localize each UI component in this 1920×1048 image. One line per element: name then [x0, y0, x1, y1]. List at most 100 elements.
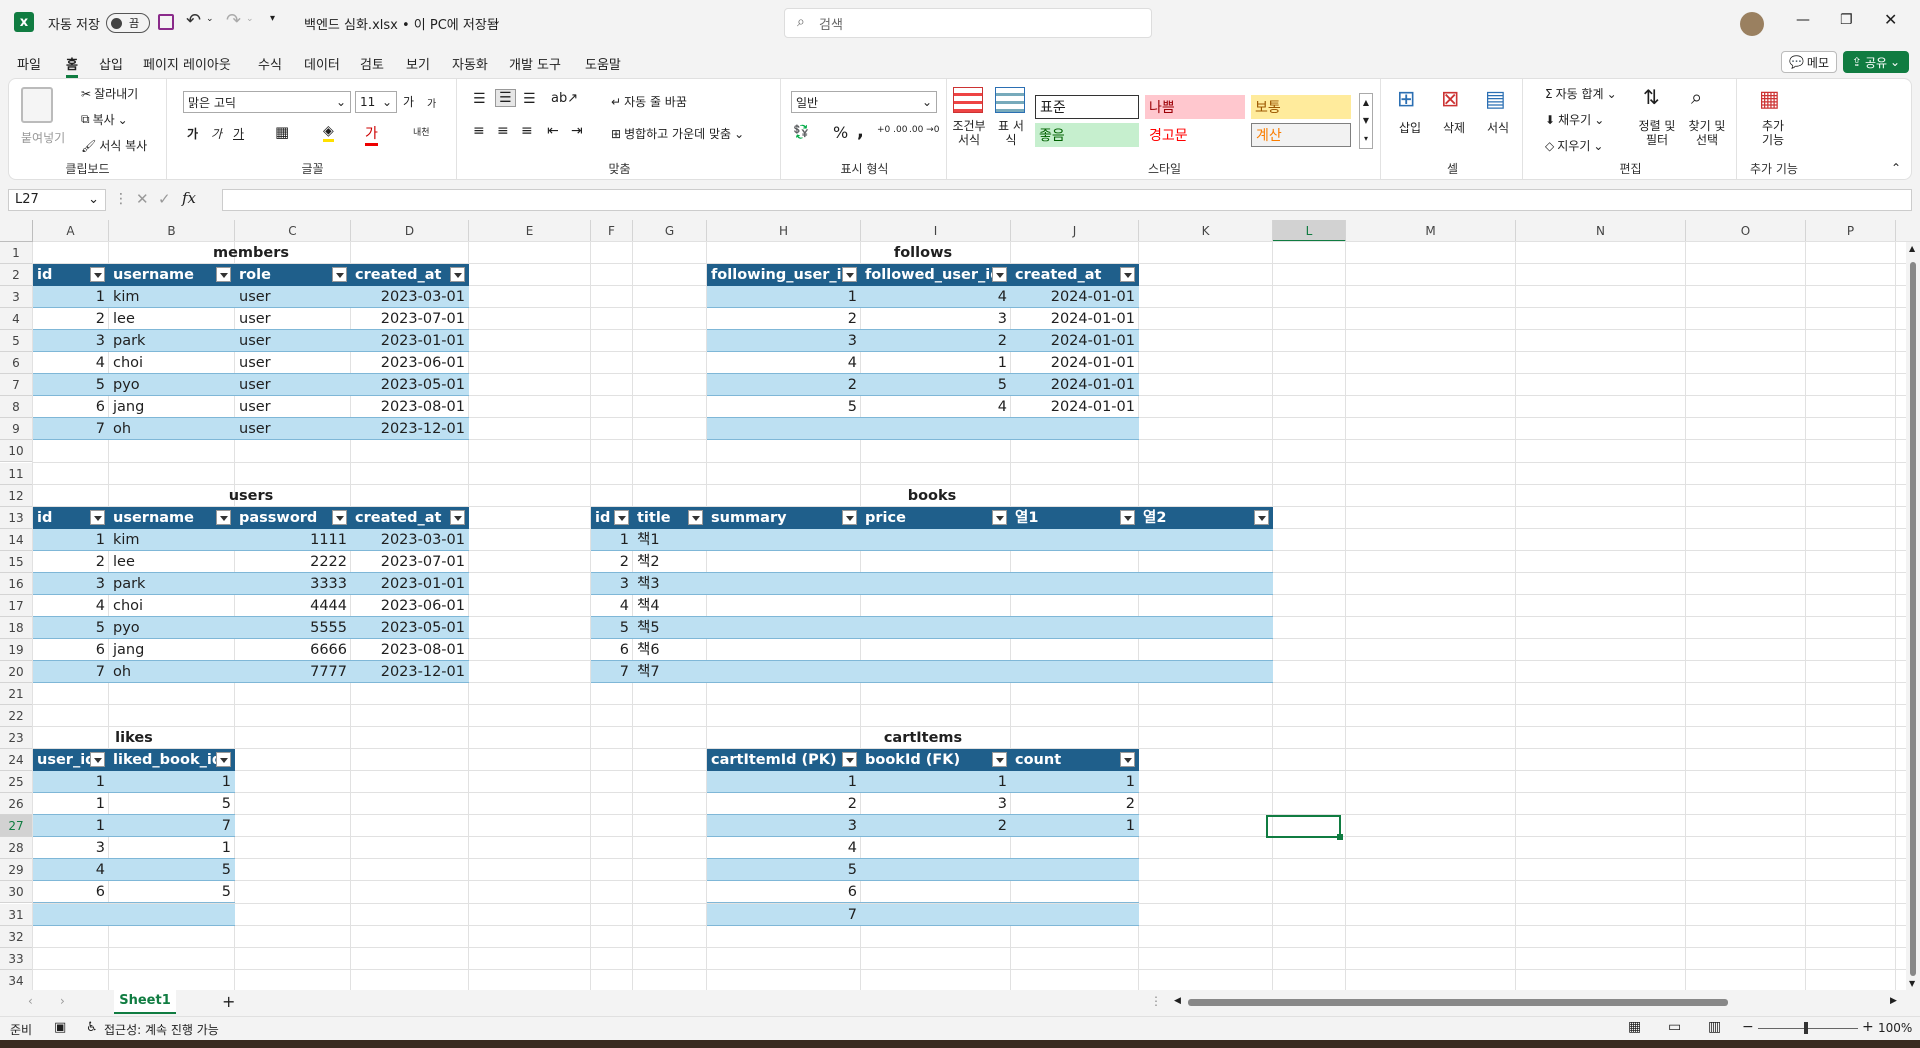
- table-cell[interactable]: lee: [109, 308, 235, 331]
- table-cell[interactable]: 5: [109, 793, 235, 816]
- tab-automate[interactable]: 자동화: [452, 54, 488, 73]
- fill-handle-icon[interactable]: [1337, 834, 1343, 840]
- table-cell[interactable]: 4: [707, 352, 861, 375]
- scroll-up-icon[interactable]: ▲: [1909, 244, 1915, 253]
- table-cell[interactable]: [707, 639, 861, 661]
- enter-icon[interactable]: ✓: [158, 190, 171, 208]
- name-box[interactable]: L27 ⌄: [8, 189, 106, 211]
- table-cell[interactable]: user: [235, 330, 351, 353]
- row-header[interactable]: 16: [0, 572, 33, 595]
- style-neutral[interactable]: 보통: [1251, 95, 1351, 119]
- table-cell[interactable]: [707, 551, 861, 573]
- page-break-view-icon[interactable]: ▥: [1708, 1019, 1721, 1035]
- vertical-scroll-thumb[interactable]: [1910, 262, 1916, 976]
- table-cell[interactable]: [1139, 551, 1273, 573]
- table-cell[interactable]: 2: [33, 551, 109, 573]
- table-cell[interactable]: 4: [707, 837, 861, 860]
- table-cell[interactable]: 1: [33, 815, 109, 838]
- table-cell[interactable]: [861, 660, 1011, 683]
- memo-button[interactable]: 💬 메모: [1781, 51, 1837, 73]
- paste-button[interactable]: 붙여넣기: [21, 129, 65, 146]
- zoom-in-icon[interactable]: +: [1862, 1019, 1874, 1035]
- table-header-cell[interactable]: following_user_id: [707, 264, 861, 287]
- table-cell[interactable]: 4: [861, 396, 1011, 419]
- prev-sheet-icon[interactable]: ‹: [28, 994, 33, 1008]
- table-cell[interactable]: 7: [109, 815, 235, 838]
- accessibility-icon[interactable]: ♿: [86, 1020, 98, 1035]
- table-cell[interactable]: [1139, 595, 1273, 617]
- zoom-slider[interactable]: [1758, 1022, 1858, 1034]
- orientation-icon[interactable]: ab↗: [551, 91, 578, 106]
- table-cell[interactable]: 1: [33, 528, 109, 551]
- sort-filter-icon[interactable]: ⇅: [1643, 85, 1660, 109]
- filter-dropdown-icon[interactable]: [1120, 752, 1135, 768]
- table-cell[interactable]: 2: [1011, 793, 1139, 816]
- table-cell[interactable]: [707, 572, 861, 595]
- avatar[interactable]: [1740, 12, 1764, 36]
- fill-color-icon[interactable]: ◈: [323, 123, 334, 142]
- row-header[interactable]: 5: [0, 330, 33, 353]
- style-warning[interactable]: 경고문: [1145, 123, 1245, 147]
- table-cell[interactable]: [861, 859, 1011, 882]
- decrease-font-button[interactable]: 가: [427, 95, 436, 110]
- row-header[interactable]: 32: [0, 925, 33, 948]
- table-cell[interactable]: oh: [109, 660, 235, 683]
- row-header[interactable]: 24: [0, 749, 33, 772]
- table-cell[interactable]: [1011, 595, 1139, 617]
- table-cell[interactable]: 2023-08-01: [351, 639, 469, 661]
- table-cell[interactable]: 2: [707, 308, 861, 331]
- table-header-cell[interactable]: followed_user_id: [861, 264, 1011, 287]
- fill-button[interactable]: ⬇ 채우기 ⌄: [1545, 111, 1604, 128]
- table-cell[interactable]: 2023-07-01: [351, 551, 469, 573]
- filter-dropdown-icon[interactable]: [450, 509, 465, 525]
- table-cell[interactable]: 3: [861, 308, 1011, 331]
- table-cell[interactable]: 5: [109, 881, 235, 904]
- table-cell[interactable]: 2222: [235, 551, 351, 573]
- table-cell[interactable]: [1011, 639, 1139, 661]
- table-cell[interactable]: 2023-06-01: [351, 595, 469, 617]
- table-cell[interactable]: user: [235, 308, 351, 331]
- paste-icon[interactable]: [21, 87, 53, 123]
- column-header[interactable]: L: [1273, 220, 1346, 242]
- increase-decimal-button[interactable]: +0 .00: [877, 125, 907, 135]
- accounting-icon[interactable]: 💱: [793, 125, 809, 140]
- column-header[interactable]: G: [633, 220, 707, 242]
- filter-dropdown-icon[interactable]: [992, 267, 1007, 283]
- column-header[interactable]: N: [1516, 220, 1686, 242]
- filter-dropdown-icon[interactable]: [688, 509, 703, 525]
- align-middle-icon[interactable]: ☰: [495, 89, 516, 107]
- table-cell[interactable]: 3: [707, 330, 861, 353]
- table-cell[interactable]: 5: [707, 859, 861, 882]
- table-cell[interactable]: 5555: [235, 616, 351, 639]
- row-header[interactable]: 30: [0, 881, 33, 904]
- filter-dropdown-icon[interactable]: [842, 267, 857, 283]
- column-header[interactable]: A: [33, 220, 109, 242]
- table-cell[interactable]: 5: [109, 859, 235, 882]
- table-cell[interactable]: 4444: [235, 595, 351, 617]
- table-cell[interactable]: 3: [707, 815, 861, 838]
- row-header[interactable]: 23: [0, 727, 33, 750]
- zoom-slider-thumb[interactable]: [1804, 1022, 1808, 1034]
- table-cell[interactable]: [33, 903, 109, 926]
- formula-input[interactable]: [222, 189, 1912, 211]
- column-header[interactable]: P: [1806, 220, 1896, 242]
- table-cell[interactable]: user: [235, 418, 351, 441]
- title-chevron-icon[interactable]: ⌄: [492, 14, 501, 27]
- table-cell[interactable]: [861, 837, 1011, 860]
- table-header-cell[interactable]: count: [1011, 749, 1139, 772]
- filter-dropdown-icon[interactable]: [216, 752, 231, 768]
- filter-dropdown-icon[interactable]: [842, 509, 857, 525]
- table-cell[interactable]: 7777: [235, 660, 351, 683]
- table-cell[interactable]: 1: [861, 771, 1011, 794]
- table-cell[interactable]: 6: [707, 881, 861, 904]
- table-cell[interactable]: user: [235, 396, 351, 419]
- table-cell[interactable]: 3: [33, 837, 109, 860]
- table-header-cell[interactable]: username: [109, 264, 235, 287]
- row-header[interactable]: 26: [0, 793, 33, 816]
- file-title[interactable]: 백엔드 심화.xlsx • 이 PC에 저장됨: [304, 14, 499, 33]
- table-cell[interactable]: 2023-07-01: [351, 308, 469, 331]
- table-cell[interactable]: 1: [591, 528, 633, 551]
- collapse-ribbon-icon[interactable]: ⌃: [1891, 161, 1901, 175]
- filter-dropdown-icon[interactable]: [992, 752, 1007, 768]
- filter-dropdown-icon[interactable]: [90, 752, 105, 768]
